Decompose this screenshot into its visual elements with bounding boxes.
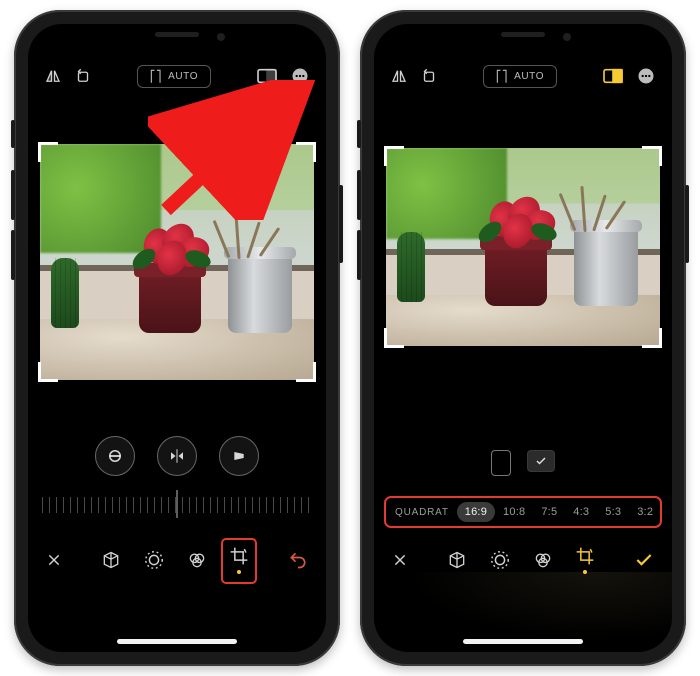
rotate-icon[interactable] [420,67,438,85]
aspect-option-3-2[interactable]: 3:2 [629,502,661,522]
orientation-landscape-icon[interactable] [527,450,555,472]
aspect-option-5-3[interactable]: 5:3 [597,502,629,522]
active-dot [583,570,587,574]
more-icon[interactable] [636,66,656,86]
filters-icon[interactable] [187,550,207,570]
mute-switch [11,120,15,148]
orientation-toggle [374,450,672,476]
crop-handle-tl[interactable] [384,146,404,166]
volume-up [11,170,15,220]
power-button [685,185,689,263]
crop-canvas[interactable] [28,144,326,380]
orientation-portrait-icon[interactable] [491,450,511,476]
mute-switch [357,120,361,148]
viewfinder-icon: ⎡⎤ [150,70,162,83]
home-indicator[interactable] [117,639,237,644]
crop-frame[interactable] [40,144,314,380]
aspect-option-7-5[interactable]: 7:5 [533,502,565,522]
phone-right: ⎡⎤ AUTO [360,10,686,666]
bottom-toolbar [374,540,672,580]
crop-frame[interactable] [386,148,660,346]
transform-controls [28,436,326,476]
auto-label: AUTO [168,71,198,82]
home-indicator[interactable] [463,639,583,644]
auto-label: AUTO [514,71,544,82]
phone-left: ⎡⎤ AUTO [14,10,340,666]
auto-button[interactable]: ⎡⎤ AUTO [137,65,211,88]
undo-icon[interactable] [288,550,308,570]
flip-horizontal-icon[interactable] [44,67,62,85]
crop-tool-selected[interactable] [229,546,249,574]
aspect-option-10-8[interactable]: 10:8 [495,502,533,522]
aspect-ratio-icon[interactable] [256,67,278,85]
close-icon[interactable] [392,552,408,568]
straighten-icon[interactable] [95,436,135,476]
aspect-option-16-9[interactable]: 16:9 [457,502,495,522]
comparison-stage: ⎡⎤ AUTO [0,0,700,676]
crop-handle-bl[interactable] [384,328,404,348]
photo-preview [40,144,314,380]
notch [443,24,603,50]
bottom-toolbar [28,540,326,580]
volume-down [11,230,15,280]
flip-horizontal-icon[interactable] [390,67,408,85]
top-toolbar: ⎡⎤ AUTO [28,60,326,92]
auto-button[interactable]: ⎡⎤ AUTO [483,65,557,88]
perspective-icon[interactable] [219,436,259,476]
filters-icon[interactable] [533,550,553,570]
aspect-option-quadrat[interactable]: QUADRAT [390,503,457,522]
photo-preview [386,148,660,346]
notch [97,24,257,50]
screen: ⎡⎤ AUTO [374,24,672,652]
crop-handle-br[interactable] [296,362,316,382]
cube-icon[interactable] [447,550,467,570]
power-button [339,185,343,263]
crop-handle-tl[interactable] [38,142,58,162]
aspect-ratio-options[interactable]: QUADRAT 16:9 10:8 7:5 4:3 5:3 3:2 [384,496,662,528]
crop-tool-selected[interactable] [575,546,595,574]
rotate-icon[interactable] [74,67,92,85]
done-icon[interactable] [634,550,654,570]
volume-down [357,230,361,280]
top-toolbar: ⎡⎤ AUTO [374,60,672,92]
more-icon[interactable] [290,66,310,86]
aspect-ratio-icon[interactable] [602,67,624,85]
cube-icon[interactable] [101,550,121,570]
callout-highlight [221,538,257,584]
crop-handle-tr[interactable] [296,142,316,162]
crop-canvas[interactable] [374,148,672,346]
viewfinder-icon: ⎡⎤ [496,70,508,83]
close-icon[interactable] [46,552,62,568]
mirror-horizontal-icon[interactable] [157,436,197,476]
adjust-icon[interactable] [489,549,511,571]
volume-up [357,170,361,220]
adjust-icon[interactable] [143,549,165,571]
angle-dial[interactable] [42,490,312,518]
screen: ⎡⎤ AUTO [28,24,326,652]
crop-handle-bl[interactable] [38,362,58,382]
crop-handle-tr[interactable] [642,146,662,166]
crop-handle-br[interactable] [642,328,662,348]
aspect-option-4-3[interactable]: 4:3 [565,502,597,522]
